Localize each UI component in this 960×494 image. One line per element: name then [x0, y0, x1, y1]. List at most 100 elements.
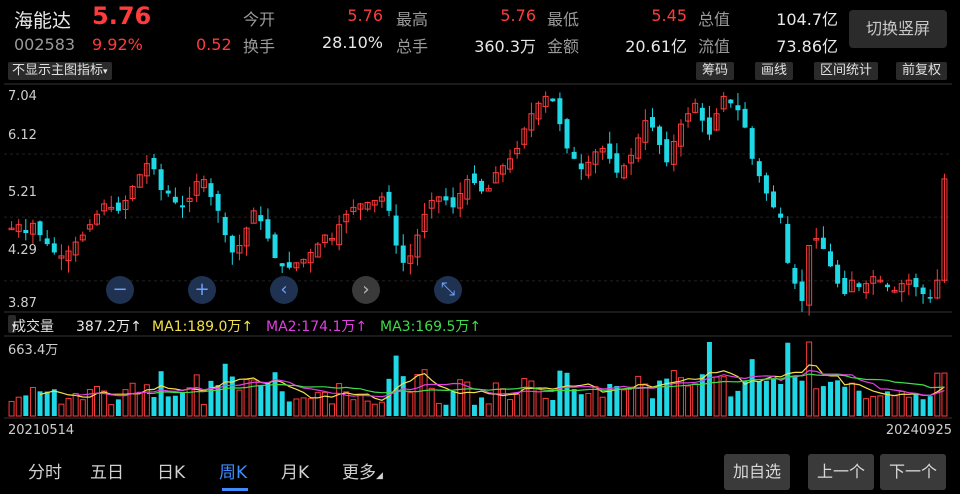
- candle: [165, 190, 171, 194]
- candle: [557, 98, 563, 125]
- volume-bar: [357, 393, 364, 417]
- volume-bar: [272, 372, 278, 416]
- candle: [272, 234, 278, 258]
- tab-more[interactable]: 更多◢: [342, 458, 383, 483]
- candle: [778, 213, 784, 218]
- volume-bar: [58, 403, 65, 417]
- volume-bar: [400, 376, 406, 416]
- volume-bar: [557, 370, 563, 416]
- ma3-value: MA3:169.5万↑: [380, 319, 482, 335]
- candle: [664, 139, 670, 163]
- next-stock-button[interactable]: 下一个: [880, 454, 946, 490]
- zoom-in-icon[interactable]: +: [188, 276, 216, 304]
- candle: [115, 202, 121, 211]
- candle: [51, 243, 57, 253]
- add-watchlist-button[interactable]: 加自选: [724, 454, 790, 490]
- price-axis-label: 7.04: [8, 89, 37, 104]
- candle: [44, 238, 50, 245]
- volume-bar: [528, 380, 535, 417]
- candle: [158, 169, 164, 191]
- scroll-right-icon[interactable]: ›: [352, 276, 380, 304]
- volume-bar: [763, 380, 769, 416]
- volume-bar: [599, 396, 606, 417]
- volume-bar: [507, 399, 514, 417]
- volume-bar: [8, 400, 15, 417]
- volume-bar: [592, 386, 599, 417]
- volume-bar: [877, 395, 884, 417]
- scroll-left-icon[interactable]: ‹: [270, 276, 298, 304]
- candle: [479, 180, 485, 192]
- volume-series: [8, 341, 948, 417]
- candle: [884, 284, 890, 288]
- candle: [265, 219, 271, 239]
- candle: [728, 99, 734, 104]
- volume-bar: [479, 397, 485, 416]
- volume-bar: [771, 379, 777, 416]
- volume-bar: [158, 371, 164, 416]
- volume-bar: [735, 390, 741, 416]
- volume-bar: [870, 395, 877, 417]
- volume-bar: [172, 395, 178, 416]
- volume-bar: [749, 359, 755, 416]
- volume-bar: [94, 385, 101, 417]
- candle: [785, 223, 791, 263]
- candle: [258, 215, 264, 222]
- chevron-down-icon: ▾: [12, 322, 17, 332]
- volume-bar: [820, 386, 826, 416]
- volume-bar: [813, 388, 820, 417]
- volume-bar: [314, 392, 321, 417]
- volume-bar: [136, 391, 143, 417]
- volume-bar: [720, 376, 727, 417]
- volume-bar: [941, 372, 948, 417]
- reset-zoom-icon[interactable]: ⤡: [434, 276, 462, 304]
- kline-chart[interactable]: 7.04 6.12 5.21 4.29 3.87 663.4万 20210514…: [0, 0, 960, 494]
- volume-bar: [79, 399, 86, 417]
- candle: [23, 229, 29, 234]
- candle: [749, 128, 755, 159]
- tab-intraday[interactable]: 分时: [28, 458, 62, 483]
- volume-bar: [692, 383, 699, 417]
- volume-value: 387.2万↑: [76, 319, 142, 335]
- volume-bar: [179, 392, 185, 416]
- volume-bar: [37, 391, 43, 416]
- candle: [179, 205, 185, 208]
- volume-bar: [265, 382, 271, 416]
- volume-indicator-dropdown[interactable]: 成交量 ▾: [8, 315, 54, 335]
- previous-stock-button[interactable]: 上一个: [808, 454, 874, 490]
- active-tab-indicator: [222, 488, 248, 491]
- volume-bar: [258, 385, 264, 416]
- volume-bar: [499, 388, 506, 417]
- candle: [699, 107, 705, 121]
- volume-bar: [792, 375, 798, 416]
- volume-bar: [293, 398, 300, 417]
- candle: [927, 297, 933, 299]
- tab-monthly-k[interactable]: 月K: [281, 458, 309, 483]
- volume-bar: [913, 393, 919, 416]
- volume-bar: [165, 396, 171, 416]
- candle: [578, 163, 584, 170]
- volume-header: 成交量 ▾ 387.2万↑ MA1:189.0万↑ MA2:174.1万↑ MA3…: [0, 313, 960, 335]
- volume-bar: [307, 398, 314, 417]
- candle: [799, 281, 805, 301]
- volume-bar: [550, 400, 556, 416]
- volume-bar: [920, 399, 926, 416]
- tab-weekly-k[interactable]: 周K: [219, 458, 247, 483]
- candle: [564, 119, 570, 149]
- volume-bar: [393, 355, 399, 416]
- candle: [913, 278, 919, 288]
- volume-bar: [778, 383, 784, 416]
- zoom-out-icon[interactable]: −: [106, 276, 134, 304]
- volume-bar: [151, 397, 157, 416]
- volume-bar: [443, 404, 449, 416]
- volume-bar: [514, 393, 521, 417]
- volume-bar: [635, 375, 642, 417]
- candle: [649, 117, 655, 128]
- volume-bar: [222, 363, 228, 416]
- tab-daily-k[interactable]: 日K: [157, 458, 185, 483]
- tab-five-day[interactable]: 五日: [90, 458, 124, 483]
- volume-bar: [421, 369, 428, 417]
- candle: [471, 173, 477, 184]
- candle: [706, 117, 712, 135]
- candle: [842, 278, 848, 295]
- candle: [571, 151, 577, 159]
